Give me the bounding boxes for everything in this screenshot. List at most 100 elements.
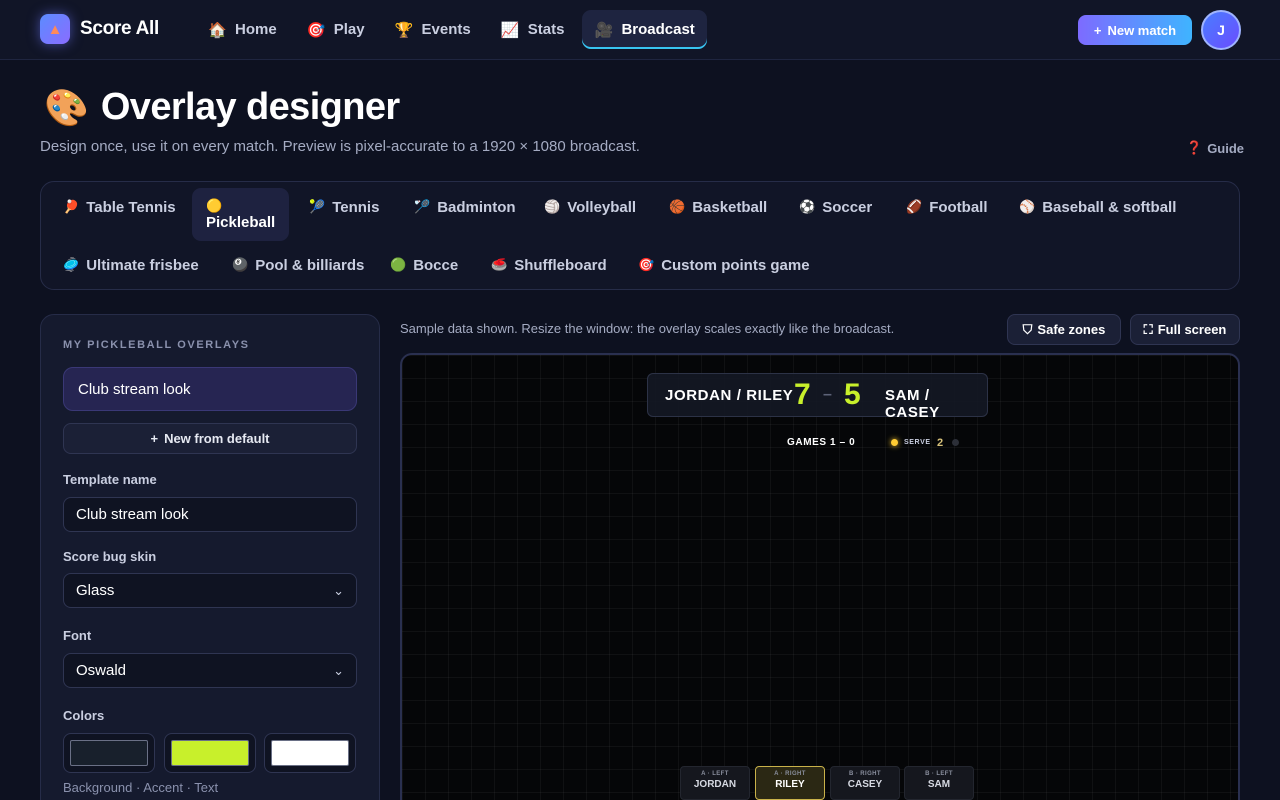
- text-color-fill: [271, 740, 349, 766]
- top-nav-bar: ▲ Score All 🏠 Home 🎯 Play 🏆 Events 📈 Sta…: [0, 0, 1280, 60]
- position-key: B · LEFT: [925, 771, 953, 777]
- nav-play-label: Play: [333, 21, 365, 38]
- plus-icon: +: [150, 431, 159, 446]
- tab-label: Football: [929, 198, 988, 216]
- text-color-swatch[interactable]: [264, 733, 356, 773]
- court-position-b-left: B · LEFT SAM: [904, 766, 974, 800]
- font-select[interactable]: Oswald ⌄: [63, 653, 357, 688]
- court-position-a-left: A · LEFT JORDAN: [680, 766, 750, 800]
- template-name-input[interactable]: Club stream look: [63, 497, 357, 532]
- sample-data-note: Sample data shown. Resize the window: th…: [400, 321, 895, 336]
- ping-pong-icon: 🏓: [63, 199, 80, 214]
- chevron-down-icon: ⌄: [333, 582, 344, 598]
- skin-select[interactable]: Glass ⌄: [63, 573, 357, 608]
- tab-baseball-softball[interactable]: ⚾ Baseball & softball: [1019, 194, 1176, 220]
- template-name-value: Club stream look: [76, 506, 189, 523]
- sport-tabs: 🏓 Table Tennis 🟡 Pickleball 🎾 Tennis 🏸 B…: [40, 181, 1240, 290]
- main-nav: 🏠 Home 🎯 Play 🏆 Events 📈 Stats 🎥 Broadca…: [196, 10, 707, 49]
- racket-icon: 🎾: [309, 199, 326, 214]
- position-player: CASEY: [847, 779, 883, 790]
- nav-home-label: Home: [235, 21, 277, 38]
- position-player: SAM: [927, 779, 951, 790]
- nav-stats-label: Stats: [527, 21, 565, 38]
- tab-label: Badminton: [437, 198, 516, 216]
- colors-label: Colors: [63, 708, 105, 723]
- safe-zones-label: Safe zones: [1037, 322, 1106, 337]
- right-score: 5: [844, 378, 861, 411]
- overlay-list-item[interactable]: Club stream look: [63, 367, 357, 411]
- plus-icon: +: [1093, 22, 1102, 38]
- background-color-swatch[interactable]: [63, 733, 155, 773]
- font-value: Oswald: [76, 662, 127, 679]
- skin-label: Score bug skin: [63, 549, 157, 564]
- tab-pickleball[interactable]: 🟡 Pickleball: [192, 188, 290, 241]
- skin-value: Glass: [76, 582, 115, 599]
- nav-stats[interactable]: 📈 Stats: [489, 10, 577, 49]
- volleyball-icon: 🏐: [544, 199, 561, 214]
- shield-icon: ⛉: [1022, 321, 1033, 337]
- new-match-label: New match: [1107, 22, 1177, 38]
- tab-table-tennis[interactable]: 🏓 Table Tennis: [63, 194, 176, 220]
- left-team-name: JORDAN / RILEY: [665, 387, 794, 404]
- score-bug: JORDAN / RILEY 7 – 5 SAM / CASEY: [647, 373, 988, 421]
- court-position-b-right: B · RIGHT CASEY: [830, 766, 900, 800]
- nav-broadcast-label: Broadcast: [621, 21, 695, 38]
- app-logo[interactable]: ▲ Score All: [40, 14, 159, 44]
- tab-label: Table Tennis: [86, 198, 176, 216]
- tab-label: Volleyball: [567, 198, 637, 216]
- position-key: B · RIGHT: [849, 771, 881, 777]
- tab-football[interactable]: 🏈 Football: [906, 194, 988, 220]
- tab-basketball[interactable]: 🏀 Basketball: [669, 194, 767, 220]
- tab-badminton[interactable]: 🏸 Badminton: [414, 194, 516, 220]
- chart-icon: 📈: [500, 21, 520, 39]
- new-from-default-button[interactable]: + New from default: [63, 423, 357, 454]
- video-camera-icon: 🎥: [594, 21, 614, 39]
- tab-label: Soccer: [822, 198, 873, 216]
- tab-bocce[interactable]: 🟢 Bocce: [390, 252, 458, 278]
- page-title: Overlay designer: [100, 86, 400, 128]
- new-from-default-label: New from default: [164, 431, 270, 446]
- score-separator: –: [823, 386, 832, 403]
- nav-broadcast[interactable]: 🎥 Broadcast: [582, 10, 707, 49]
- question-icon: ❓: [1186, 140, 1203, 155]
- tab-volleyball[interactable]: 🏐 Volleyball: [544, 194, 636, 220]
- full-screen-button[interactable]: ⛶ Full screen: [1130, 314, 1240, 345]
- user-avatar[interactable]: J: [1201, 10, 1241, 50]
- fullscreen-icon: ⛶: [1143, 321, 1153, 337]
- guide-link[interactable]: ❓ Guide: [1186, 140, 1244, 156]
- tab-pool-billiards[interactable]: 🎱 Pool & billiards: [232, 252, 364, 278]
- nav-play[interactable]: 🎯 Play: [295, 10, 377, 49]
- position-player: JORDAN: [693, 779, 737, 790]
- app-name: Score All: [80, 18, 159, 39]
- tab-shuffleboard[interactable]: 🥌 Shuffleboard: [491, 252, 607, 278]
- template-name-label: Template name: [63, 472, 157, 487]
- tab-label: Baseball & softball: [1042, 198, 1177, 216]
- guide-label: Guide: [1207, 140, 1245, 156]
- tab-label: Shuffleboard: [514, 256, 607, 274]
- tab-label: Custom points game: [661, 256, 810, 274]
- tab-ultimate-frisbee[interactable]: 🥏 Ultimate frisbee: [63, 252, 199, 278]
- football-icon: 🏈: [906, 199, 923, 214]
- tab-label: Pickleball: [206, 214, 276, 231]
- tab-custom-points-game[interactable]: 🎯 Custom points game: [638, 252, 810, 278]
- serve-indicator-off: [952, 439, 959, 446]
- soccer-ball-icon: ⚽: [799, 199, 816, 214]
- right-team-name: SAM / CASEY: [885, 387, 940, 421]
- tab-label: Pool & billiards: [255, 256, 365, 274]
- chevron-down-icon: ⌄: [333, 662, 344, 678]
- tab-tennis[interactable]: 🎾 Tennis: [309, 194, 379, 220]
- nav-events[interactable]: 🏆 Events: [383, 10, 483, 49]
- shuttlecock-icon: 🏸: [414, 199, 431, 214]
- tab-soccer[interactable]: ⚽ Soccer: [799, 194, 872, 220]
- new-match-button[interactable]: + New match: [1078, 15, 1192, 45]
- left-score: 7: [794, 378, 811, 411]
- court-position-a-right: A · RIGHT RILEY: [755, 766, 825, 800]
- nav-home[interactable]: 🏠 Home: [196, 10, 289, 49]
- frisbee-icon: 🥏: [63, 257, 80, 272]
- pickleball-icon: 🟡: [206, 198, 223, 213]
- safe-zones-button[interactable]: ⛉ Safe zones: [1007, 314, 1121, 345]
- nav-events-label: Events: [421, 21, 471, 38]
- tab-label: Ultimate frisbee: [86, 256, 199, 274]
- trophy-icon: 🏆: [394, 21, 414, 39]
- accent-color-swatch[interactable]: [164, 733, 256, 773]
